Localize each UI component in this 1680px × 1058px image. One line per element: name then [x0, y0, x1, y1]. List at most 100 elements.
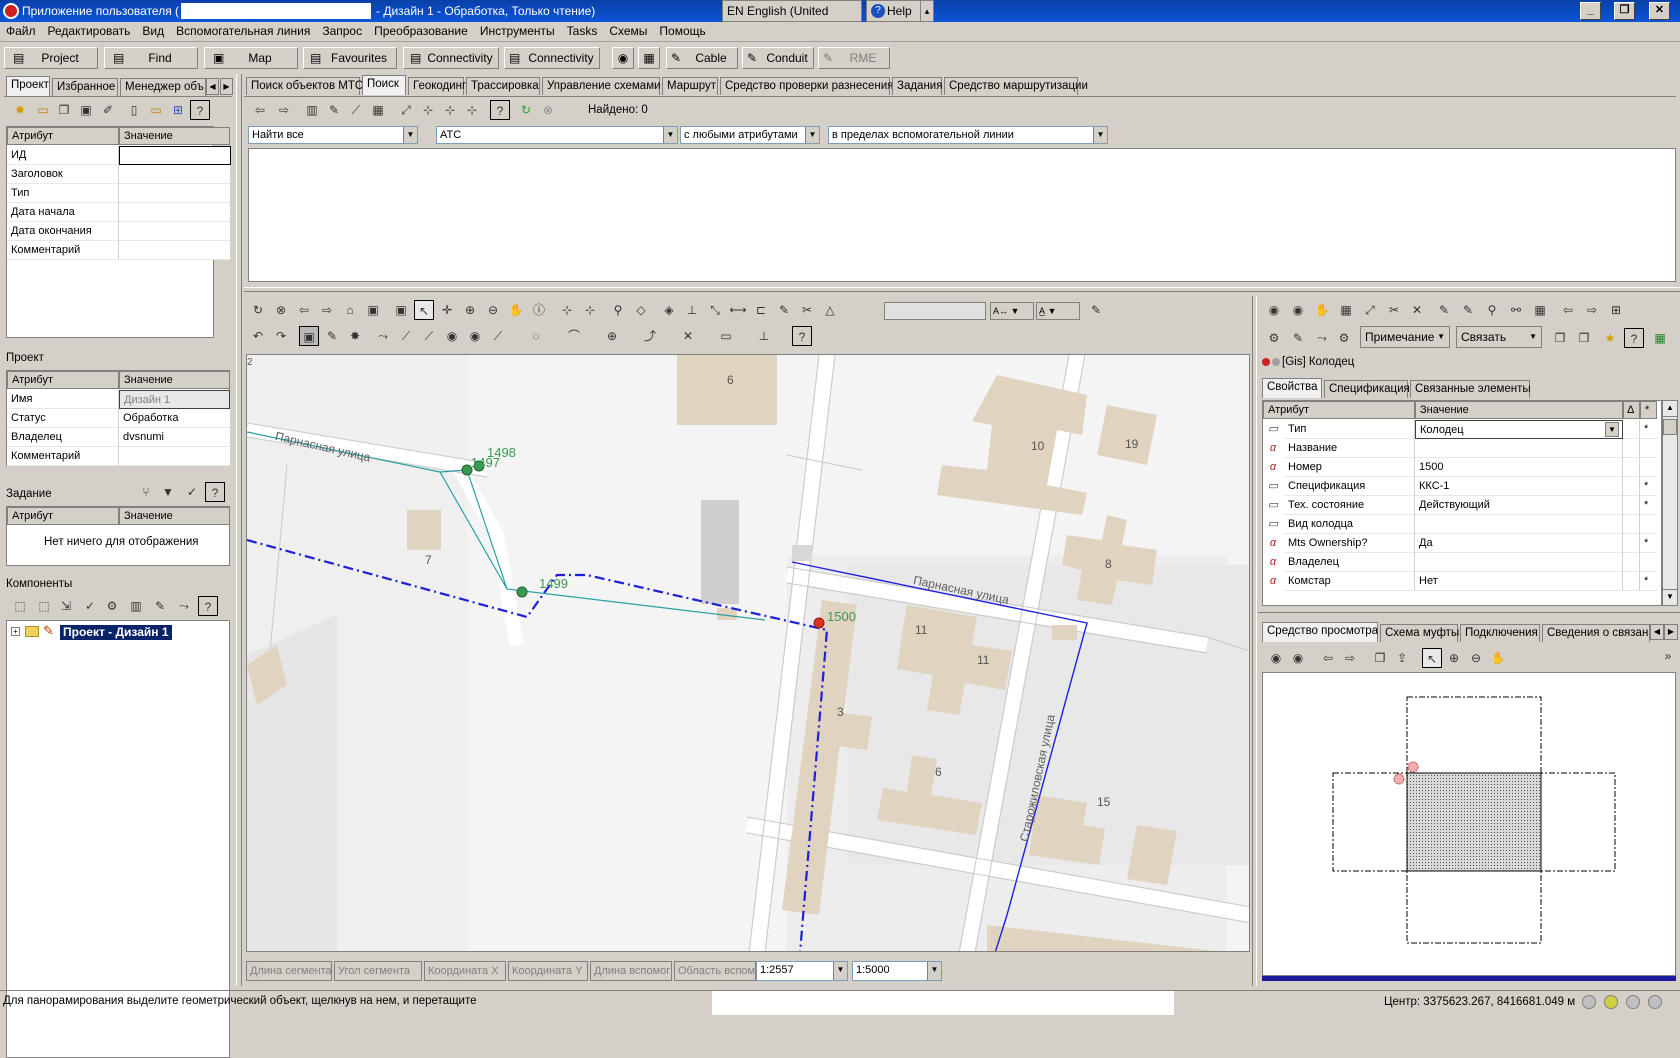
- prop-row-value[interactable]: Действующий: [1415, 496, 1623, 515]
- search-results-area[interactable]: [248, 148, 1676, 282]
- back-arrow-icon[interactable]: ⇦: [1558, 300, 1578, 320]
- node-label-1499[interactable]: 1499: [539, 576, 568, 591]
- attr-row-value[interactable]: [119, 222, 230, 241]
- cross-icon[interactable]: ✕: [678, 326, 698, 346]
- zoom-out-icon[interactable]: ⊖: [1466, 648, 1486, 668]
- arc-icon[interactable]: ⤴: [640, 326, 660, 346]
- undo-icon[interactable]: ↶: [248, 326, 268, 346]
- right-hsplitter[interactable]: [1258, 612, 1680, 616]
- pencil-icon[interactable]: ✎: [1288, 328, 1308, 348]
- target-icon[interactable]: ⊕: [602, 326, 622, 346]
- refresh-icon[interactable]: ↻: [248, 300, 268, 320]
- copy-icon[interactable]: ❐: [54, 100, 74, 120]
- back-arrow-icon[interactable]: ⇦: [1318, 648, 1338, 668]
- viewer-canvas[interactable]: [1262, 672, 1676, 976]
- prop-row-value[interactable]: Колодец: [1415, 420, 1623, 439]
- validate-icon[interactable]: ✓: [80, 596, 100, 616]
- map-view[interactable]: 6 10 19 7 8 11 11 3 6 15 2 Парнасная улица Парнасная…: [246, 354, 1250, 952]
- network-edit-icon[interactable]: ⚙: [1264, 328, 1284, 348]
- pin-icon[interactable]: ⚲: [1482, 300, 1502, 320]
- pin-icon[interactable]: ⚲: [608, 300, 628, 320]
- tab-scroll-left[interactable]: ◀: [206, 78, 219, 95]
- select-zoom-icon[interactable]: ▣: [363, 300, 383, 320]
- area-filter-select[interactable]: в пределах вспомогательной линии ▼: [828, 126, 1108, 144]
- settings-icon[interactable]: ⚙: [1334, 328, 1354, 348]
- paste-icon[interactable]: ❐: [1574, 328, 1594, 348]
- restore-button[interactable]: ❐: [1614, 2, 1635, 20]
- search-splitter[interactable]: [244, 287, 1680, 292]
- project-row-value[interactable]: [119, 447, 230, 466]
- tab-favourites[interactable]: Избранное: [52, 78, 118, 96]
- route-icon[interactable]: ⤳: [1312, 328, 1332, 348]
- merge-icon[interactable]: ⇲: [56, 596, 76, 616]
- prop-row-value[interactable]: ККС-1: [1415, 477, 1623, 496]
- project-row-value[interactable]: Обработка: [119, 409, 230, 428]
- tab-scroll-right[interactable]: ▶: [1664, 624, 1678, 640]
- grid-icon[interactable]: ▦: [1336, 300, 1356, 320]
- draw-icon[interactable]: ✎: [774, 300, 794, 320]
- menu-item-5[interactable]: Преобразование: [368, 22, 474, 40]
- tab-properties[interactable]: Свойства: [1262, 378, 1322, 398]
- star-icon[interactable]: ★: [1600, 328, 1620, 348]
- measure-icon[interactable]: ⊥: [682, 300, 702, 320]
- tab-specification[interactable]: Спецификация: [1324, 380, 1410, 398]
- help-icon[interactable]: ?: [792, 326, 812, 346]
- copy-icon[interactable]: ❐: [1370, 648, 1390, 668]
- forward-arrow-icon[interactable]: ⇨: [1340, 648, 1360, 668]
- edit-doc-icon[interactable]: ✎: [1434, 300, 1454, 320]
- measure-line-icon[interactable]: ⤡: [705, 300, 725, 320]
- select-pan-icon[interactable]: ▣: [391, 300, 411, 320]
- menu-item-6[interactable]: Инструменты: [474, 22, 561, 40]
- components-help-icon[interactable]: ?: [198, 596, 218, 616]
- triangle-icon[interactable]: △: [820, 300, 840, 320]
- baseline-icon[interactable]: ⊥: [754, 326, 774, 346]
- binoculars-icon[interactable]: ◉: [1264, 300, 1284, 320]
- menu-item-4[interactable]: Запрос: [316, 22, 368, 40]
- binoculars2-icon[interactable]: ◉: [1288, 648, 1308, 668]
- info-icon[interactable]: ⓘ: [529, 300, 549, 320]
- search-tab-8[interactable]: Средство маршрутизации: [944, 77, 1088, 95]
- attribute-filter-select[interactable]: с любыми атрибутами ▼: [680, 126, 820, 144]
- help-icon[interactable]: ?: [1624, 328, 1644, 348]
- tab-project[interactable]: Проект: [6, 76, 50, 96]
- snap-icon[interactable]: ▣: [299, 326, 319, 346]
- network-icon[interactable]: ⊞: [1606, 300, 1626, 320]
- scale-select-1[interactable]: 1:2557 ▼: [756, 961, 848, 981]
- tab-scroll-right[interactable]: ▶: [220, 78, 233, 95]
- prop-row-value[interactable]: Да: [1415, 534, 1623, 553]
- id-value-field[interactable]: [119, 146, 231, 165]
- node-label-1500[interactable]: 1500: [827, 609, 856, 624]
- scale-select-2[interactable]: 1:5000 ▼: [852, 961, 942, 981]
- task-help-icon[interactable]: ?: [205, 482, 225, 502]
- tab-connections[interactable]: Подключения: [1460, 624, 1540, 642]
- font-size-select[interactable]: A↔ ▼: [990, 302, 1034, 320]
- menu-item-7[interactable]: Tasks: [561, 22, 604, 40]
- shape-icon[interactable]: ◇: [631, 300, 651, 320]
- prop-row-value[interactable]: 1500: [1415, 458, 1623, 477]
- search-help-icon[interactable]: ?: [490, 100, 510, 120]
- node-icon[interactable]: ⊹: [418, 100, 438, 120]
- crosshair-icon[interactable]: ✛: [437, 300, 457, 320]
- connect-icon[interactable]: ⤢: [396, 100, 416, 120]
- properties-scrollbar[interactable]: ▲ ▼: [1662, 400, 1678, 606]
- search-tab-0[interactable]: Поиск объектов МТС: [246, 77, 363, 95]
- object-type-select[interactable]: АТС ▼: [436, 126, 678, 144]
- save-icon[interactable]: ▣: [76, 100, 96, 120]
- right-splitter[interactable]: [1252, 296, 1257, 986]
- scissors-icon[interactable]: ✂: [797, 300, 817, 320]
- tab-object-manager[interactable]: Менеджер объ: [120, 78, 206, 96]
- binoculars2-icon[interactable]: ◉: [1288, 300, 1308, 320]
- node-add-icon[interactable]: ⊹: [557, 300, 577, 320]
- pen-tool-icon[interactable]: ✎: [1086, 300, 1106, 320]
- search-tab-4[interactable]: Управление схемами: [542, 77, 661, 95]
- menu-item-8[interactable]: Схемы: [603, 22, 653, 40]
- excel-icon[interactable]: ▦: [1650, 328, 1670, 348]
- chart-bar-icon[interactable]: ▥: [302, 100, 322, 120]
- find-mode-select[interactable]: Найти все ▼: [248, 126, 418, 144]
- layers-icon[interactable]: ◈: [659, 300, 679, 320]
- check-icon[interactable]: ✓: [182, 482, 202, 502]
- tree-item-project[interactable]: Проект - Дизайн 1: [60, 625, 172, 640]
- network-globe-icon[interactable]: ◉: [612, 47, 634, 69]
- tab-joint-scheme[interactable]: Схема муфты: [1380, 624, 1459, 642]
- angle-icon[interactable]: ⊏: [751, 300, 771, 320]
